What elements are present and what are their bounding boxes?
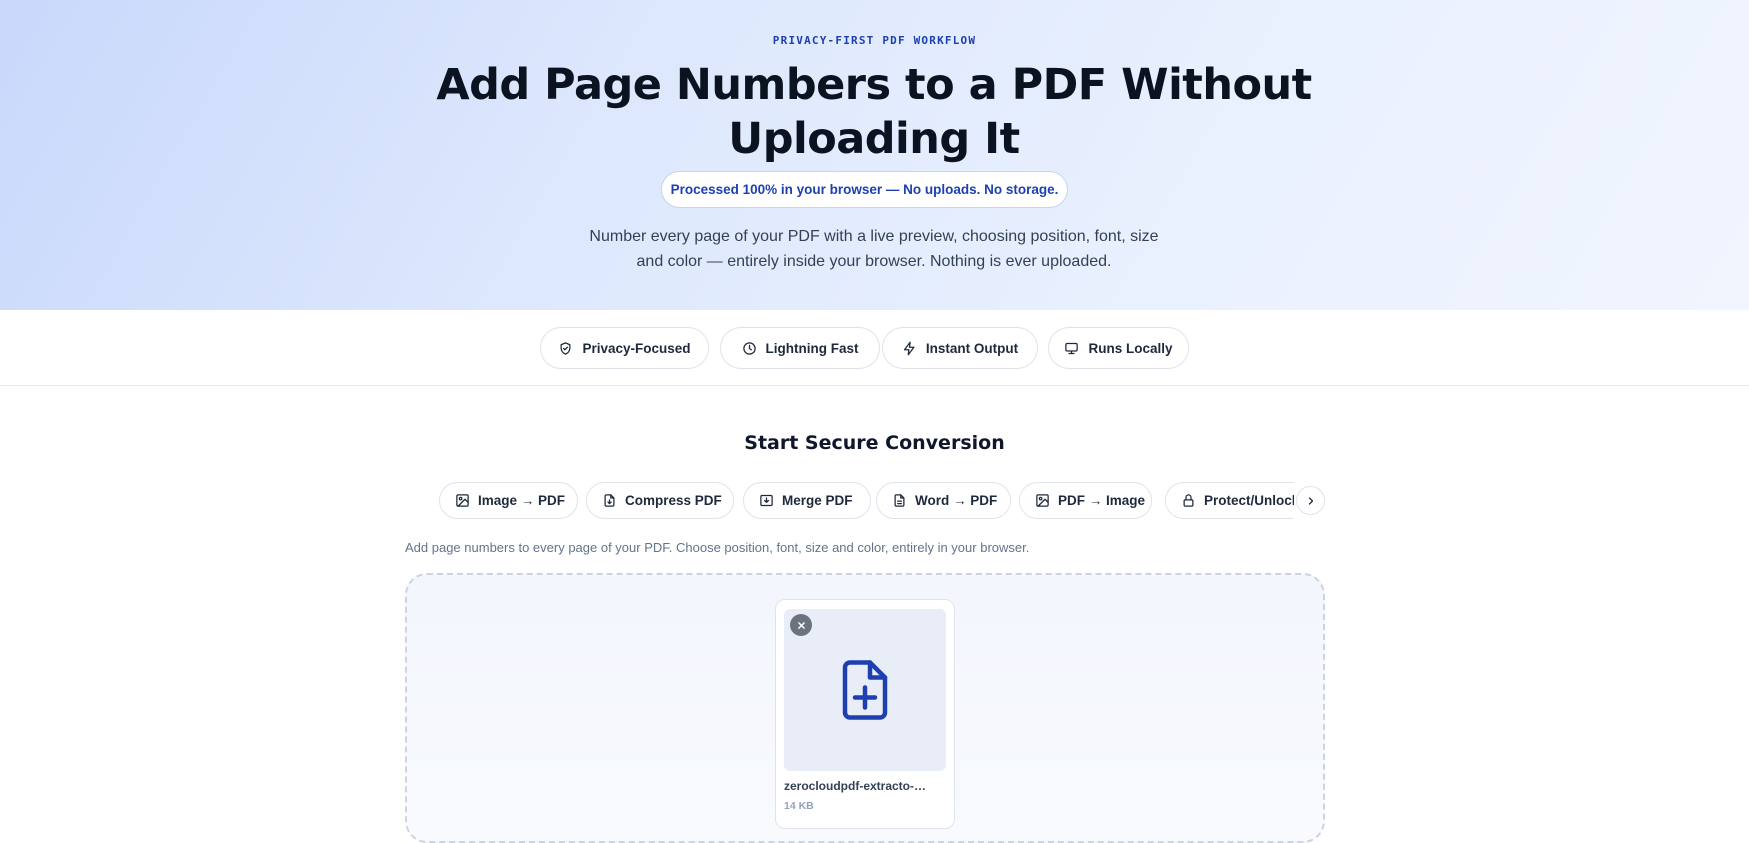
feature-label: Instant Output xyxy=(925,340,1019,356)
tool-tab-word-to-pdf[interactable]: Word → PDF xyxy=(876,482,1011,519)
hero-eyebrow: PRIVACY-FIRST PDF WORKFLOW xyxy=(772,34,977,47)
feature-label: Runs Locally xyxy=(1088,340,1173,356)
feature-label: Privacy-Focused xyxy=(582,340,691,356)
tool-tab-label: Word → PDF xyxy=(915,493,998,508)
tool-tab-label: Compress PDF xyxy=(625,493,722,508)
remove-file-button[interactable] xyxy=(790,614,812,636)
feature-runs-locally: Runs Locally xyxy=(1048,327,1189,369)
features-bar: Privacy-Focused Lightning Fast Instant O… xyxy=(0,310,1749,386)
file-size: 14 KB xyxy=(784,800,814,812)
tool-tab-label: Protect/Unlock xyxy=(1204,493,1294,508)
scroll-tools-next-button[interactable] xyxy=(1296,486,1325,515)
tool-tab-label: Merge PDF xyxy=(782,493,853,508)
feature-label: Lightning Fast xyxy=(765,340,859,356)
lightning-icon xyxy=(903,341,915,355)
document-icon xyxy=(894,494,905,507)
converter-title: Start Secure Conversion xyxy=(744,432,1005,454)
hero-section: PRIVACY-FIRST PDF WORKFLOW Add Page Numb… xyxy=(0,0,1749,310)
file-compress-icon xyxy=(604,494,615,507)
tool-tab-protect-unlock[interactable]: Protect/Unlock xyxy=(1165,482,1294,519)
lock-icon xyxy=(1183,494,1194,507)
file-thumbnail xyxy=(784,609,946,771)
tool-tab-pdf-to-image[interactable]: PDF → Image xyxy=(1019,482,1152,519)
clock-icon xyxy=(742,341,756,355)
page-title: Add Page Numbers to a PDF Without Upload… xyxy=(436,60,1312,164)
tool-tab-merge-pdf[interactable]: Merge PDF xyxy=(743,482,871,519)
tool-tab-label: Image → PDF xyxy=(478,493,566,508)
tool-tab-compress-pdf[interactable]: Compress PDF xyxy=(586,482,734,519)
file-plus-icon xyxy=(842,660,888,720)
monitor-icon xyxy=(1065,342,1079,354)
shield-check-icon xyxy=(560,341,571,355)
hero-description: Number every page of your PDF with a liv… xyxy=(589,228,1159,270)
tool-tabs: Image → PDF Compress PDF Merge PDF Word … xyxy=(439,482,1294,520)
tool-tab-image-to-pdf[interactable]: Image → PDF xyxy=(439,482,578,519)
image-icon xyxy=(1036,494,1049,507)
file-name: zerocloudpdf-extracto-… xyxy=(784,779,927,793)
uploaded-file-card: zerocloudpdf-extracto-… 14 KB xyxy=(775,599,955,829)
feature-instant-output: Instant Output xyxy=(882,327,1038,369)
privacy-badge: Processed 100% in your browser — No uplo… xyxy=(661,171,1068,208)
merge-icon xyxy=(760,494,773,507)
close-icon xyxy=(797,621,805,629)
chevron-right-icon xyxy=(1308,496,1313,505)
image-icon xyxy=(456,494,469,507)
tool-tab-label: PDF → Image xyxy=(1058,493,1146,508)
feature-lightning-fast: Lightning Fast xyxy=(720,327,880,369)
tool-helper-text: Add page numbers to every page of your P… xyxy=(405,540,1030,555)
feature-privacy-focused: Privacy-Focused xyxy=(540,327,709,369)
